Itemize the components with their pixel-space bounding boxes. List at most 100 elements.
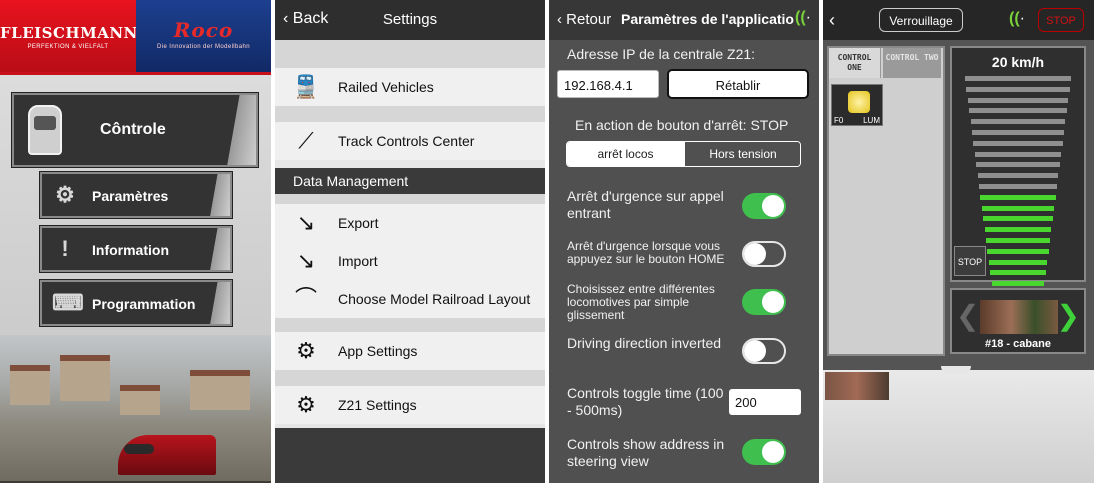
settings-item-export[interactable]: ↘ Export (275, 204, 545, 242)
ip-address-field[interactable]: 192.168.4.1 (557, 70, 659, 98)
headlight-icon (848, 91, 870, 113)
speed-readout: 20 km/h (991, 54, 1045, 70)
function-f0-button[interactable]: F0 LUM (831, 84, 883, 126)
page-title: Paramètres de l'applicatio (621, 11, 794, 27)
speed-bar (987, 248, 1049, 254)
toggle-time-input[interactable]: 200 (729, 389, 801, 415)
item-label: Z21 Settings (338, 397, 417, 413)
house (10, 365, 50, 405)
swipe-locos-label: Choisissez entre différentes locomotives… (567, 282, 715, 322)
settings-item-track-controls[interactable]: ⟋ Track Controls Center (275, 122, 545, 160)
emergency-home-toggle[interactable] (742, 241, 786, 267)
loco-name: #18 - cabane (984, 338, 1052, 350)
information-label: Information (92, 242, 169, 258)
back-chevron-icon[interactable]: ‹ (829, 10, 835, 31)
speed-bar (980, 194, 1056, 200)
back-button[interactable]: ‹ Retour (557, 11, 611, 28)
settings-item-app-settings[interactable]: ⚙ App Settings (275, 332, 545, 370)
gears-icon: ⚙ (296, 338, 316, 363)
speed-bar (979, 184, 1057, 189)
parameters-label: Paramètres (92, 188, 169, 204)
nav-bar: ‹ Retour Paramètres de l'applicatio ((· (549, 0, 819, 40)
nav-bar: ‹ Verrouillage ((· STOP (823, 0, 1094, 40)
speed-bar (973, 140, 1063, 146)
house (190, 370, 250, 410)
fleischmann-logo-text: FLEISCHMANN (0, 24, 138, 42)
item-label: Track Controls Center (338, 133, 475, 149)
spacer (275, 40, 545, 68)
fleischmann-tagline: PERFEKTION & VIELFALT (27, 44, 109, 50)
connection-icon: ((· (1009, 10, 1025, 27)
control-label: Cônt​role (100, 121, 166, 138)
emergency-call-label: Arrêt d'urgence sur appel entrant (567, 188, 724, 221)
settings-item-z21-settings[interactable]: ⚙ Z21 Settings (275, 386, 545, 424)
speed-bar (981, 205, 1055, 211)
direction-inverted-toggle[interactable] (742, 338, 786, 364)
locomotive-icon: 🚆 (292, 74, 320, 99)
page-title: Settings (382, 11, 438, 28)
spacer (275, 318, 545, 332)
segment-stop-locos[interactable]: arrêt locos (567, 142, 684, 166)
settings-screen: ‹ Back Settings 🚆 Railed Vehicles ⟋ Trac… (275, 0, 545, 483)
drawer-handle[interactable] (941, 366, 971, 374)
item-label: Choose Model Railroad Layout (338, 291, 531, 307)
loco-image (980, 300, 1058, 334)
speed-bar (965, 76, 1071, 81)
speed-bar (972, 130, 1064, 135)
connection-icon: ((· (795, 9, 811, 26)
information-button[interactable]: ! Information (40, 226, 232, 272)
tab-control-one[interactable]: CONTROL ONE (829, 48, 881, 78)
control-button[interactable]: Cônt​role (12, 93, 258, 167)
swipe-locos-toggle[interactable] (742, 289, 786, 315)
speed-bar (991, 281, 1045, 287)
next-arrow-icon[interactable]: ❯ (1057, 302, 1080, 330)
train (118, 435, 216, 475)
function-number: F0 (834, 116, 844, 125)
speed-bar (988, 259, 1048, 265)
item-label: App Settings (338, 343, 418, 359)
function-label: LUM (863, 116, 880, 125)
emergency-stop-button[interactable]: STOP (1038, 8, 1084, 32)
show-address-label: Controls show address in steering view (567, 436, 725, 469)
speed-bar (983, 216, 1053, 222)
lock-button[interactable]: Verrouillage (879, 8, 963, 32)
exclamation-icon: ! (61, 236, 69, 261)
speed-bar (990, 270, 1046, 276)
roco-logo-text: Roco (173, 18, 234, 42)
settings-item-choose-layout[interactable]: ⌒ Choose Model Railroad Layout (275, 280, 545, 318)
back-label: Retour (566, 11, 612, 28)
loco-thumbnail[interactable] (825, 372, 889, 400)
section-header: Data Management (275, 168, 545, 194)
layout-icon: ⌒ (294, 286, 317, 311)
item-label: Import (338, 253, 378, 269)
spacer (275, 194, 545, 204)
home-screen: FLEISCHMANN PERFEKTION & VIELFALT Roco D… (0, 0, 271, 483)
nav-bar: ‹ Back Settings (275, 0, 545, 40)
item-label: Export (338, 215, 379, 231)
toggle-time-label: Controls toggle time (100 - 500ms) (567, 385, 724, 418)
house (120, 385, 160, 415)
speed-bar (974, 151, 1062, 157)
ip-label: Adresse IP de la centrale Z21: (567, 46, 756, 62)
spacer (275, 106, 545, 122)
gears-icon: ⚙ (55, 182, 75, 207)
stop-action-segmented[interactable]: arrêt locos Hors tension (566, 141, 801, 167)
parameters-button[interactable]: ⚙ Paramètres (40, 172, 232, 218)
roco-tagline: Die Innovation der Modellbahn (157, 44, 250, 50)
fleischmann-logo: FLEISCHMANN PERFEKTION & VIELFALT (0, 0, 138, 72)
speed-bar (969, 108, 1067, 114)
reset-button[interactable]: Rétablir (667, 69, 809, 99)
roco-logo: Roco Die Innovation der Modellbahn (136, 0, 271, 72)
settings-item-import[interactable]: ↘ Import (275, 242, 545, 280)
tab-control-two[interactable]: CONTROL TWO (883, 48, 941, 78)
programming-label: Programmation (92, 296, 196, 312)
previous-arrow-icon[interactable]: ❮ (956, 302, 979, 330)
segment-power-off[interactable]: Hors tension (684, 142, 800, 166)
show-address-toggle[interactable] (742, 439, 786, 465)
stop-button[interactable]: STOP (954, 246, 986, 276)
house (60, 355, 110, 401)
emergency-call-toggle[interactable] (742, 193, 786, 219)
settings-item-railed-vehicles[interactable]: 🚆 Railed Vehicles (275, 68, 545, 106)
programming-button[interactable]: ⌨ Programmation (40, 280, 232, 326)
export-icon: ↘ (296, 210, 316, 235)
